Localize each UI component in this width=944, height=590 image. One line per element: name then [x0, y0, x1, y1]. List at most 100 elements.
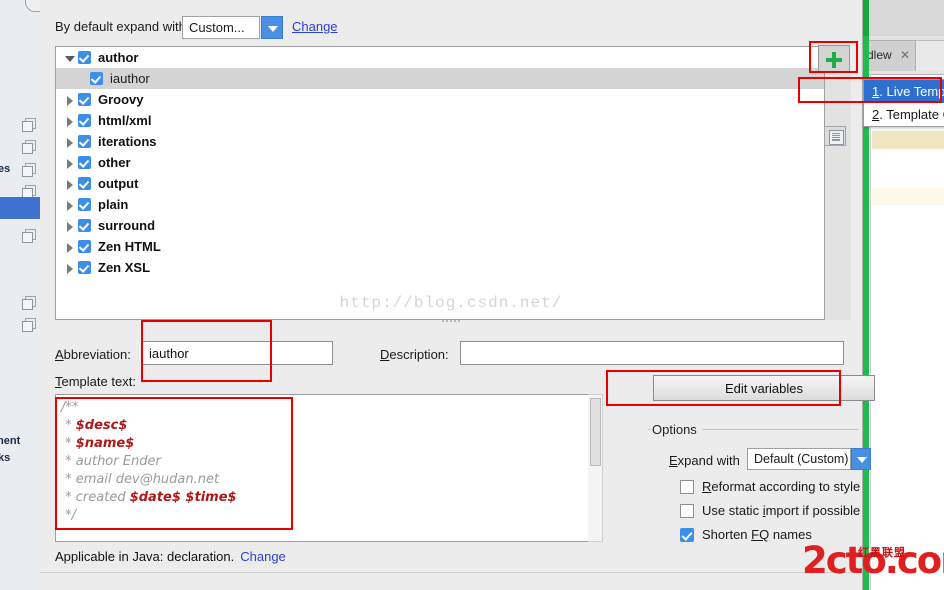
checkbox-shorten-fq[interactable]: Shorten FQ names	[680, 527, 812, 542]
template-code-line: */	[61, 507, 237, 525]
template-code-plain: *	[61, 436, 76, 451]
background-toolbar	[862, 0, 944, 37]
checkbox-label: Use static import if possible	[702, 503, 861, 518]
template-code-plain: * email dev@hudan.net	[61, 472, 220, 487]
abbreviation-input[interactable]: iauthor	[141, 341, 333, 365]
bottom-divider	[40, 572, 862, 573]
tree-row-label: output	[98, 176, 139, 191]
tree-checkbox[interactable]	[78, 177, 91, 190]
add-template-button[interactable]	[818, 45, 850, 73]
close-icon[interactable]: ✕	[900, 48, 910, 62]
tree-checkbox[interactable]	[78, 219, 91, 232]
tree-row-label: author	[98, 50, 139, 65]
checkbox-box[interactable]	[680, 527, 694, 542]
background-tab-inactive[interactable]	[915, 40, 944, 71]
tree-checkbox[interactable]	[78, 135, 91, 148]
tree-row-author[interactable]: author	[56, 47, 824, 68]
tree-row-label: Groovy	[98, 92, 144, 107]
tree-row-zen-xsl[interactable]: Zen XSL	[56, 257, 824, 278]
add-template-menu[interactable]: 1. Live Template2. Template Group.	[863, 79, 944, 127]
watermark-brand-cn: 红黑联盟	[858, 547, 906, 559]
options-group-title: Options	[652, 422, 703, 437]
tree-checkbox[interactable]	[78, 198, 91, 211]
default-expand-value: Custom...	[189, 20, 245, 35]
chevron-right-icon[interactable]	[62, 260, 78, 276]
tree-checkbox[interactable]	[78, 51, 91, 64]
site-watermark: 2cto.com 红黑联盟	[802, 540, 944, 588]
chevron-down-icon[interactable]	[851, 448, 871, 470]
copy-icon	[22, 140, 36, 154]
change-context-link[interactable]: Change	[240, 549, 286, 564]
tree-row-html-xml[interactable]: html/xml	[56, 110, 824, 131]
tree-row-groovy[interactable]: Groovy	[56, 89, 824, 110]
tree-row-label: iauthor	[110, 71, 150, 86]
background-tree-selected-row[interactable]	[0, 197, 40, 219]
template-code-line: * author Ender	[61, 453, 237, 471]
chevron-down-icon[interactable]	[261, 16, 283, 39]
template-code-plain: */	[61, 508, 77, 523]
templates-tree[interactable]: author iauthor Groovy html/xml iterations oth…	[55, 46, 825, 320]
tree-row-surround[interactable]: surround	[56, 215, 824, 236]
options-divider-left	[648, 429, 650, 430]
abbreviation-value: iauthor	[149, 346, 189, 361]
abbreviation-label: Abbreviation:	[55, 347, 131, 362]
chevron-right-icon[interactable]	[62, 92, 78, 108]
tree-row-other[interactable]: other	[56, 152, 824, 173]
background-tree-fragment: es	[0, 163, 11, 175]
tree-row-output[interactable]: output	[56, 173, 824, 194]
tree-row-label: Zen XSL	[98, 260, 151, 275]
tree-checkbox[interactable]	[78, 240, 91, 253]
description-input[interactable]	[460, 341, 844, 365]
chevron-right-icon[interactable]	[62, 155, 78, 171]
tree-row-label: html/xml	[98, 113, 152, 128]
default-expand-combo[interactable]: Custom...	[182, 16, 260, 39]
chevron-right-icon[interactable]	[62, 197, 78, 213]
checkbox-static-import[interactable]: Use static import if possible	[680, 503, 860, 518]
resize-grip[interactable]	[441, 319, 461, 324]
chevron-right-icon[interactable]	[62, 239, 78, 255]
menu-item-2[interactable]: 2. Template Group.	[864, 103, 944, 126]
background-tree-fragment: ks	[0, 452, 11, 464]
tree-checkbox[interactable]	[78, 261, 91, 274]
copy-icon	[22, 118, 36, 132]
tree-checkbox[interactable]	[78, 93, 91, 106]
expand-with-combo[interactable]: Default (Custom)	[747, 448, 851, 470]
checkbox-reformat[interactable]: Reformat according to style	[680, 479, 860, 494]
edit-variables-button[interactable]: Edit variables	[653, 375, 875, 401]
chevron-right-icon[interactable]	[62, 176, 78, 192]
editor-highlight-row	[872, 188, 944, 205]
chevron-right-icon[interactable]	[62, 134, 78, 150]
background-tab-active[interactable]: dlew ✕	[862, 40, 916, 71]
background-tree-fragment: ment	[0, 435, 21, 447]
expand-with-label: Expand with	[669, 453, 740, 468]
duplicate-template-button[interactable]	[824, 126, 846, 146]
tree-checkbox[interactable]	[78, 114, 91, 127]
background-settings-tree[interactable]: es ment ks	[0, 0, 41, 590]
menu-item-1[interactable]: 1. Live Template	[864, 80, 944, 103]
template-code-variable: $date$ $time$	[129, 490, 237, 505]
chevron-right-icon[interactable]	[62, 113, 78, 129]
change-expand-link[interactable]: Change	[292, 19, 338, 34]
template-text-label: Template text:	[55, 374, 136, 389]
chevron-right-icon[interactable]	[62, 218, 78, 234]
checkbox-box[interactable]	[680, 479, 694, 494]
tree-checkbox[interactable]	[78, 156, 91, 169]
tree-row-zen-html[interactable]: Zen HTML	[56, 236, 824, 257]
template-text-scrollbar-thumb[interactable]	[590, 398, 601, 466]
tree-row-plain[interactable]: plain	[56, 194, 824, 215]
copy-icon	[22, 318, 36, 332]
template-text-editor[interactable]: /** * $desc$ * $name$ * author Ender * e…	[55, 394, 603, 542]
editor-highlight-row	[872, 131, 944, 149]
tree-row-label: iterations	[98, 134, 157, 149]
tree-row-iterations[interactable]: iterations	[56, 131, 824, 152]
menu-item-accelerator: 1	[872, 84, 880, 99]
tree-row-iauthor[interactable]: iauthor	[56, 68, 824, 89]
default-expand-label: By default expand with	[55, 19, 186, 34]
template-code-line: * created $date$ $time$	[61, 489, 237, 507]
chevron-down-icon[interactable]	[62, 50, 78, 66]
tree-checkbox[interactable]	[90, 72, 103, 85]
tree-row-label: Zen HTML	[98, 239, 161, 254]
checkbox-box[interactable]	[680, 503, 694, 518]
template-code-variable: $name$	[75, 436, 135, 451]
template-code-line: * $desc$	[61, 417, 237, 435]
